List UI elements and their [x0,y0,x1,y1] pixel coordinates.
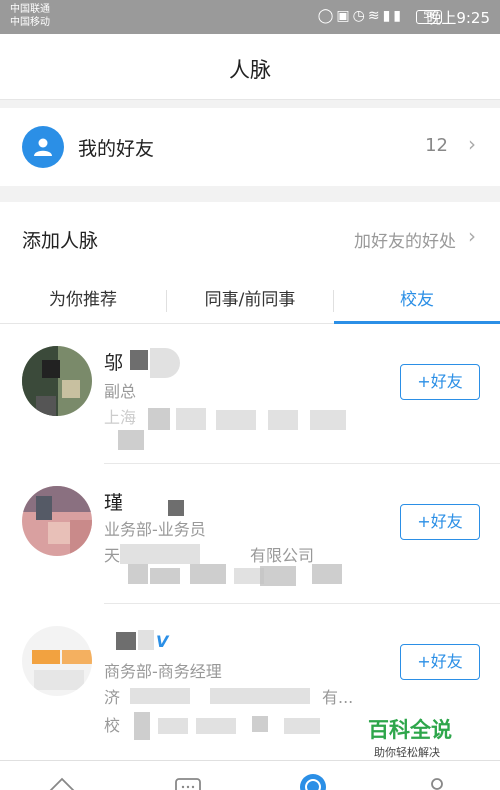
company-suffix: 有限公司 [250,546,315,565]
add-friend-button[interactable]: +好友 [400,364,480,400]
redaction [310,410,346,430]
status-icons: ◯▣◷≋▮▮ [318,8,404,24]
redaction [210,688,310,704]
redaction [134,712,150,740]
verified-v-icon: V [156,632,169,651]
carrier-1: 中国联通 [10,4,50,15]
contact-company: 天 [104,542,120,566]
redaction [260,566,296,586]
company-prefix: 天 [104,546,121,565]
contact-tabs: 为你推荐 同事/前同事 校友 [0,278,500,324]
add-contacts-title: 添加人脉 [22,230,99,252]
contact-name: 瑾 [104,492,124,514]
list-item[interactable]: 瑾 业务部-业务员 天 有限公司 +好友 [0,464,500,604]
redaction [130,688,190,704]
watermark-subtitle: 助你轻松解决 [374,746,440,759]
signal-icon: ▮▮ [382,8,404,24]
redaction [284,718,320,734]
redaction [150,568,180,584]
bottom-nav [0,760,500,790]
tab-alumni[interactable]: 校友 [334,278,500,324]
friends-icon [22,126,64,168]
friends-count: 12 [425,135,448,156]
redaction [196,718,236,734]
contacts-icon[interactable] [298,771,328,790]
contact-title: 副总 [104,382,137,401]
friend-benefits-link[interactable]: 加好友的好处 [354,227,456,252]
carrier-2: 中国移动 [10,17,50,28]
redaction [150,348,180,378]
add-friend-button[interactable]: +好友 [400,504,480,540]
avatar [22,486,92,556]
avatar [22,626,92,696]
redaction [216,410,256,430]
redaction [168,500,184,516]
contact-list: 邬 副总 上海 +好友 瑾 业务部-业务员 天 有限公司 +好友 V 商务部-商… [0,324,500,760]
contact-company: 上海 [104,408,137,427]
my-friends-label: 我的好友 [78,138,155,160]
redaction [138,630,154,650]
message-icon[interactable] [174,775,202,790]
redaction [116,632,136,650]
redaction [252,716,268,732]
add-friend-button[interactable]: +好友 [400,644,480,680]
redaction [118,430,144,450]
watermark: 百科全说 助你轻松解决 [352,708,500,764]
home-icon[interactable] [48,775,76,790]
chevron-right-icon: › [468,224,476,248]
redaction [190,564,226,584]
contact-name: 邬 [104,352,124,374]
contact-title: 商务部-商务经理 [104,662,222,681]
redaction [158,718,188,734]
redaction [176,408,206,430]
contact-company: 济 [104,688,121,707]
company-suffix: 有... [322,688,354,707]
chevron-right-icon: › [468,132,476,156]
vibrate-icon: ▣ [336,8,353,24]
page-title: 人脉 [229,58,271,82]
redaction [130,350,148,370]
profile-icon[interactable] [428,775,446,790]
contact-school: 校 [104,716,121,735]
add-contacts-section: 添加人脉 加好友的好处 › 为你推荐 同事/前同事 校友 [0,202,500,324]
redaction [268,410,298,430]
status-bar: 中国联通 中国移动 ◯▣◷≋▮▮ 56 晚上9:25 [0,0,500,34]
contact-title: 业务部-业务员 [104,520,206,539]
redaction [120,544,200,564]
redaction [148,408,170,430]
redaction [128,564,148,584]
alarm-icon: ◷ [352,8,368,24]
redaction [312,564,342,584]
watermark-title: 百科全说 [368,718,452,742]
app-header: 人脉 [0,34,500,100]
carrier-info: 中国联通 中国移动 [10,3,50,29]
list-item[interactable]: 邬 副总 上海 +好友 [0,324,500,464]
tab-recommended[interactable]: 为你推荐 [0,278,166,324]
my-friends-row[interactable]: 我的好友 12 › [0,108,500,186]
avatar [22,346,92,416]
headset-icon: ◯ [317,8,337,24]
clock: 晚上9:25 [426,9,490,27]
wifi-icon: ≋ [367,8,383,24]
tab-colleagues[interactable]: 同事/前同事 [167,278,333,324]
